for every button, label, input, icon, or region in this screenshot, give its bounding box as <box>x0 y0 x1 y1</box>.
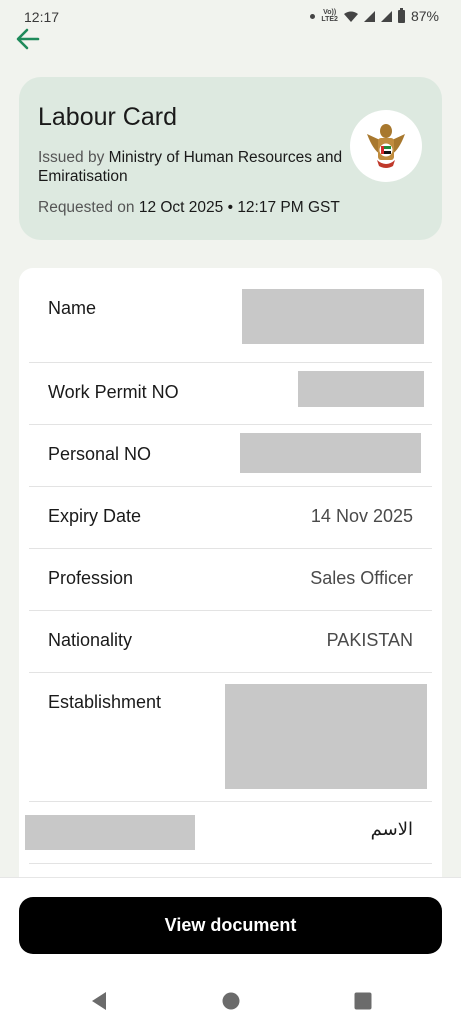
redacted-value <box>225 684 427 789</box>
signal-icon <box>363 10 375 22</box>
detail-row-expiry-date: Expiry Date 14 Nov 2025 <box>29 487 432 549</box>
row-value: PAKISTAN <box>326 630 413 650</box>
requested-prefix: Requested on <box>38 199 139 216</box>
detail-row-arabic-name: الاسم <box>25 802 432 864</box>
row-value: Sales Officer <box>310 568 413 588</box>
status-time: 12:17 <box>24 9 60 25</box>
circle-home-icon[interactable] <box>219 989 243 1013</box>
detail-row-profession: Profession Sales Officer <box>29 549 432 611</box>
back-button[interactable] <box>12 24 44 54</box>
requested-value: 12 Oct 2025 • 12:17 PM GST <box>138 199 340 216</box>
emblem-badge <box>350 110 422 182</box>
bottom-action-bar: View document <box>0 877 461 1025</box>
status-bar: 12:17 Vo)) LTE2 87% <box>0 0 461 34</box>
triangle-back-icon[interactable] <box>87 989 111 1013</box>
detail-row-name: Name <box>29 268 432 363</box>
row-label-arabic: الاسم <box>370 819 413 839</box>
card-header: Labour Card Issued by Ministry of Human … <box>19 77 442 240</box>
details-card: Name Work Permit NO Personal NO Expiry D… <box>19 268 442 908</box>
row-label: Name <box>48 298 97 318</box>
row-value: 14 Nov 2025 <box>310 506 413 526</box>
row-label: Establishment <box>48 692 162 712</box>
redacted-value <box>240 433 421 473</box>
signal-icon-2 <box>380 10 392 22</box>
battery-percent: 87% <box>410 8 439 24</box>
row-label: Expiry Date <box>48 506 142 526</box>
volte-icon: Vo)) LTE2 <box>321 9 338 23</box>
notification-dot-icon <box>310 13 316 19</box>
status-icons: Vo)) LTE2 87% <box>310 7 439 24</box>
issued-prefix: Issued by <box>38 149 109 166</box>
detail-row-nationality: Nationality PAKISTAN <box>29 611 432 673</box>
row-label: Profession <box>48 568 134 588</box>
arrow-left-icon <box>16 28 40 50</box>
view-document-button[interactable]: View document <box>19 897 442 954</box>
detail-row-work-permit: Work Permit NO <box>29 363 432 425</box>
requested-text: Requested on 12 Oct 2025 • 12:17 PM GST <box>38 199 340 217</box>
row-label: Nationality <box>48 630 133 650</box>
row-label: Work Permit NO <box>48 382 179 402</box>
battery-icon <box>397 7 405 23</box>
redacted-value <box>25 815 195 850</box>
square-recents-icon[interactable] <box>351 989 375 1013</box>
row-label: Personal NO <box>48 444 152 464</box>
wifi-icon <box>343 11 358 22</box>
card-title: Labour Card <box>38 103 177 131</box>
issuer-text: Issued by Ministry of Human Resources an… <box>38 148 348 186</box>
uae-emblem-icon <box>367 124 405 168</box>
detail-row-personal-no: Personal NO <box>29 425 432 487</box>
redacted-value <box>298 371 424 407</box>
detail-row-establishment: Establishment <box>29 673 432 802</box>
redacted-value <box>242 289 424 344</box>
